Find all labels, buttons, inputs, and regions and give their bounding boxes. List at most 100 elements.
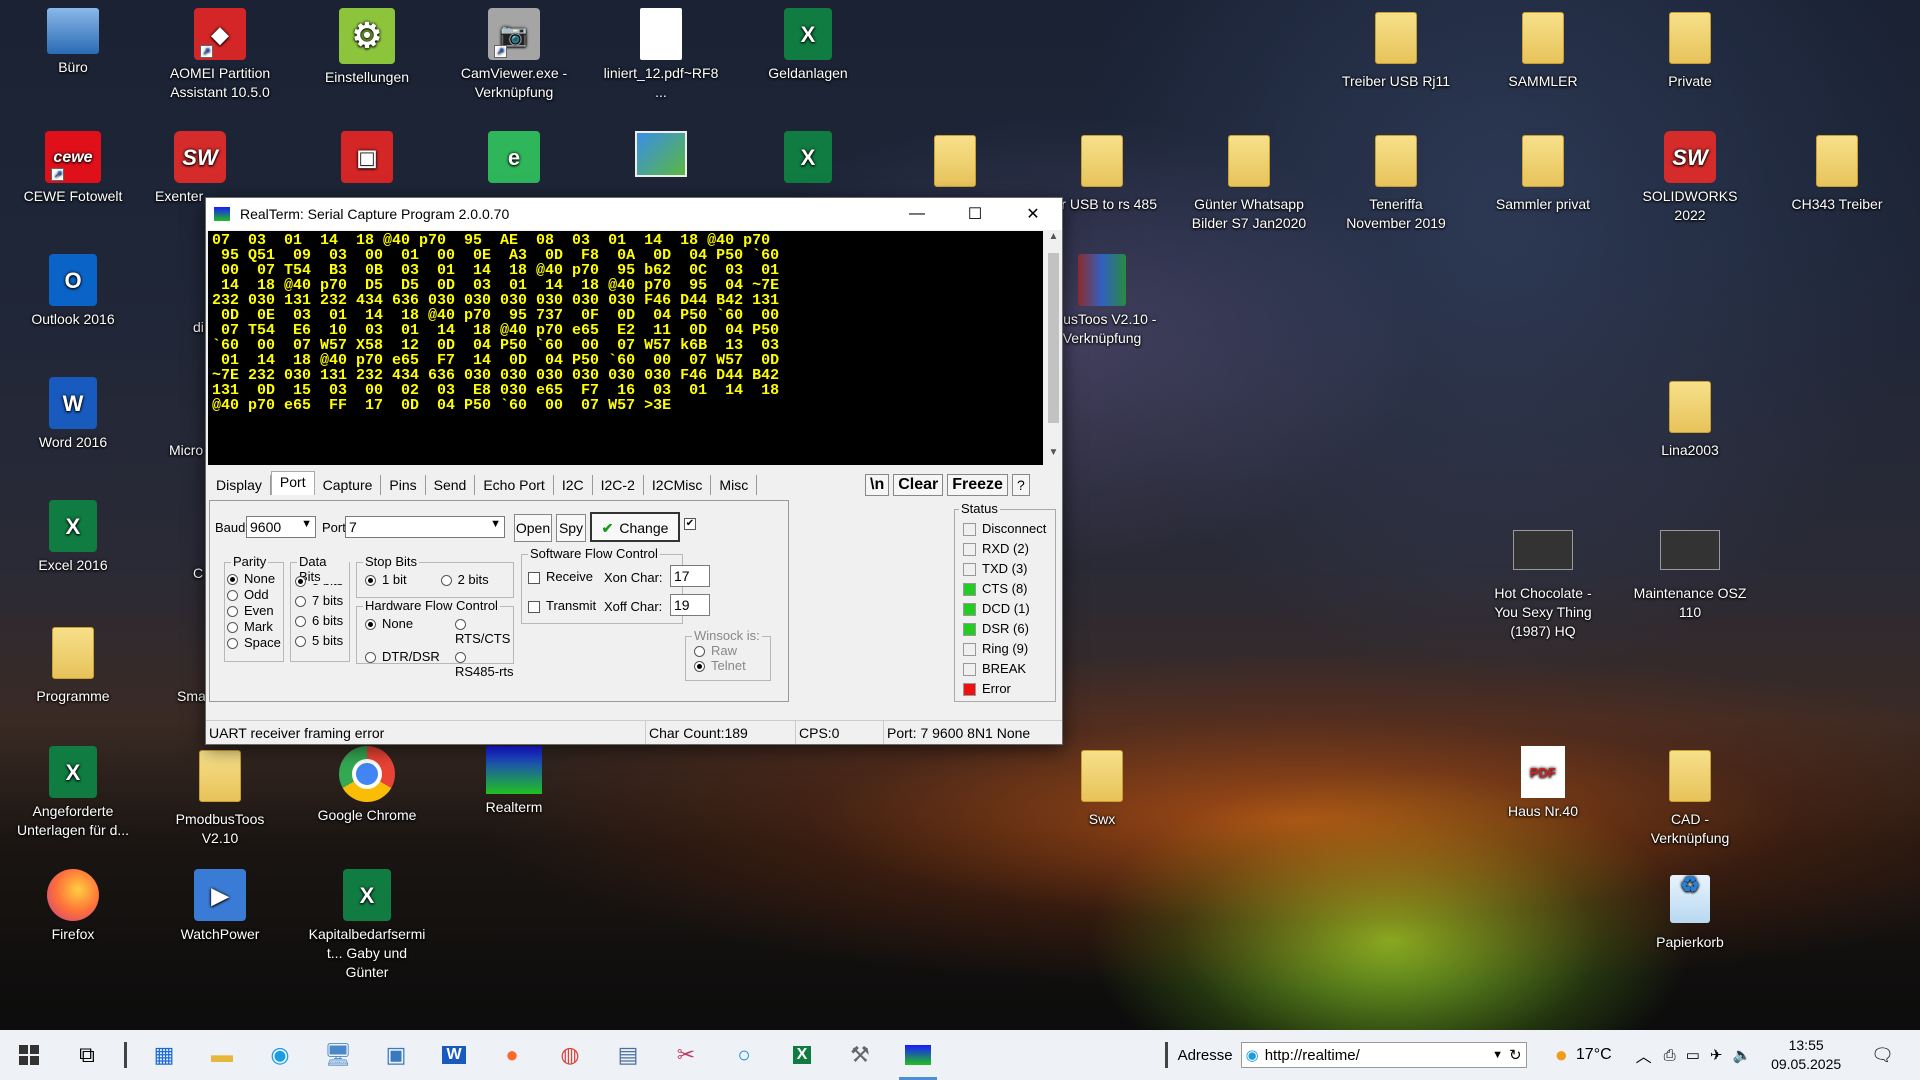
taskbar-app[interactable]: ▣	[367, 1030, 425, 1080]
desktop-icon-excel-2[interactable]: X	[748, 131, 868, 187]
desktop-icon-image[interactable]	[601, 131, 721, 181]
desktop-icon-einstellungen[interactable]: ⚙ Einstellungen	[307, 8, 427, 87]
taskbar-tool[interactable]: ⚒	[831, 1030, 889, 1080]
desktop-icon-cewe[interactable]: cewe ↗ CEWE Fotowelt	[13, 131, 133, 206]
winsock-radio-telnet[interactable]: Telnet	[694, 658, 770, 673]
maximize-button[interactable]: ☐	[946, 198, 1004, 230]
xon-input[interactable]: 17	[670, 565, 710, 587]
scroll-up-icon[interactable]: ▲	[1045, 231, 1062, 249]
desktop-icon-outlook[interactable]: O Outlook 2016	[13, 254, 133, 329]
taskbar-edge[interactable]: ◉	[251, 1030, 309, 1080]
desktop-icon-ch343[interactable]: CH343 Treiber	[1777, 131, 1897, 214]
network-icon[interactable]: ✈	[1710, 1046, 1723, 1064]
taskbar-store[interactable]: ▦	[135, 1030, 193, 1080]
tab-misc[interactable]: Misc	[711, 475, 758, 495]
hwflow-radio-dtr-dsr[interactable]: DTR/DSR	[365, 649, 455, 679]
tab-display[interactable]: Display	[208, 475, 271, 495]
tab-i2c-2[interactable]: I2C-2	[593, 475, 644, 495]
hwflow-radio-rs485-rts[interactable]: RS485-rts	[455, 649, 515, 679]
desktop-icon-hot-chocolate[interactable]: Hot Chocolate - You Sexy Thing (1987) HQ	[1483, 520, 1603, 641]
tab-i2cmisc[interactable]: I2CMisc	[644, 475, 712, 495]
databits-radio-7-bits[interactable]: 7 bits	[295, 591, 349, 611]
desktop-icon-solidworks[interactable]: SW SOLIDWORKS 2022	[1630, 131, 1750, 225]
receive-checkbox[interactable]: Receive	[528, 569, 593, 584]
parity-radio-none[interactable]: None	[227, 571, 283, 587]
parity-radio-even[interactable]: Even	[227, 603, 283, 619]
desktop-icon-firefox[interactable]: Firefox	[13, 869, 133, 944]
desktop-icon-maintenance[interactable]: Maintenance OSZ 110	[1630, 520, 1750, 622]
tab-echo-port[interactable]: Echo Port	[475, 475, 554, 495]
terminal-scrollbar[interactable]: ▲ ▼	[1045, 231, 1062, 465]
port-select[interactable]: 7 ▼	[345, 516, 505, 538]
minimize-button[interactable]: —	[888, 198, 946, 230]
weather-icon[interactable]: ●	[1555, 1042, 1568, 1068]
taskbar-explorer[interactable]: ▬	[193, 1030, 251, 1080]
desktop-icon-treiber-usb[interactable]: Treiber USB Rj11	[1336, 8, 1456, 91]
databits-radio-5-bits[interactable]: 5 bits	[295, 631, 349, 651]
baud-select[interactable]: 9600 ▼	[246, 516, 316, 538]
tab-send[interactable]: Send	[426, 475, 476, 495]
desktop-icon-private[interactable]: Private	[1630, 8, 1750, 91]
desktop-icon-lina2003[interactable]: Lina2003	[1630, 377, 1750, 460]
taskbar-snip[interactable]: ✂	[657, 1030, 715, 1080]
tab-capture[interactable]: Capture	[315, 475, 382, 495]
taskbar-excel[interactable]: X	[773, 1030, 831, 1080]
tab-i2c[interactable]: I2C	[554, 475, 593, 495]
refresh-icon[interactable]: ↻	[1509, 1046, 1522, 1064]
stopbits-radio-2-bits[interactable]: 2 bits	[440, 572, 489, 587]
desktop-icon-excel[interactable]: X Excel 2016	[13, 500, 133, 575]
clear-button[interactable]: Clear	[893, 474, 944, 496]
desktop-icon-angeforderte[interactable]: X Angeforderte Unterlagen für d...	[13, 746, 133, 840]
desktop-icon-sammler[interactable]: SAMMLER	[1483, 8, 1603, 91]
desktop-icon-swx[interactable]: Swx	[1042, 746, 1162, 829]
xoff-input[interactable]: 19	[670, 594, 710, 616]
window-titlebar[interactable]: RealTerm: Serial Capture Program 2.0.0.7…	[206, 198, 1062, 230]
desktop-icon-geldanlagen[interactable]: X Geldanlagen	[748, 8, 868, 83]
taskbar-realterm[interactable]	[889, 1030, 947, 1080]
hwflow-radio-rts-cts[interactable]: RTS/CTS	[455, 616, 515, 646]
change-checkbox[interactable]: ✔	[684, 518, 696, 530]
desktop-icon-camviewer[interactable]: 📷 ↗ CamViewer.exe - Verknüpfung	[454, 8, 574, 102]
winsock-radio-raw[interactable]: Raw	[694, 643, 770, 658]
volume-icon[interactable]: 🔈	[1732, 1046, 1751, 1064]
chevron-up-icon[interactable]: ︿	[1636, 1043, 1652, 1067]
desktop-icon-realterm[interactable]: Realterm	[454, 746, 574, 817]
desktop-icon-sammler-privat[interactable]: Sammler privat	[1483, 131, 1603, 214]
taskbar-cortana[interactable]: ○	[715, 1030, 773, 1080]
taskbar-calculator[interactable]: ▤	[599, 1030, 657, 1080]
desktop-icon-photo[interactable]: ▣	[307, 131, 427, 187]
address-input[interactable]: ◉ http://realtime/ ▼ ↻	[1240, 1042, 1527, 1068]
desktop-icon-cad[interactable]: CAD - Verknüpfung	[1630, 746, 1750, 848]
desktop-icon-guenter-whatsapp[interactable]: Günter Whatsapp Bilder S7 Jan2020	[1189, 131, 1309, 233]
desktop-icon-papierkorb[interactable]: ♻ Papierkorb	[1630, 869, 1750, 952]
desktop-icon-word[interactable]: W Word 2016	[13, 377, 133, 452]
temperature[interactable]: 17°C	[1576, 1046, 1612, 1064]
desktop-icon-exenter[interactable]: SW Exenter	[140, 131, 260, 206]
help-button[interactable]: ?	[1011, 474, 1030, 496]
desktop-icon-e2022[interactable]: e	[454, 131, 574, 187]
spy-button[interactable]: Spy	[556, 514, 586, 542]
desktop-icon-aomei[interactable]: ◆ ↗ AOMEI Partition Assistant 10.5.0	[160, 8, 280, 102]
stopbits-radio-1-bit[interactable]: 1 bit	[365, 572, 407, 587]
notification-icon[interactable]: 🗨	[1871, 1045, 1894, 1066]
newline-button[interactable]: \n	[865, 474, 890, 496]
desktop-icon-programme[interactable]: Programme	[13, 623, 133, 706]
desktop-icon-folder-pdf[interactable]	[895, 131, 1015, 195]
parity-radio-mark[interactable]: Mark	[227, 619, 283, 635]
taskbar-computer[interactable]: 🖥	[309, 1030, 367, 1080]
taskbar-word[interactable]: W	[425, 1030, 483, 1080]
scroll-down-icon[interactable]: ▼	[1045, 447, 1062, 465]
close-button[interactable]: ✕	[1004, 198, 1062, 230]
taskbar-chrome[interactable]: ◍	[541, 1030, 599, 1080]
desktop-icon-kapitalbedarf[interactable]: X Kapitalbedarfsermit... Gaby und Günter	[307, 869, 427, 982]
change-button[interactable]: ✔ Change	[590, 512, 680, 542]
taskbar-firefox[interactable]: ●	[483, 1030, 541, 1080]
scrollbar-thumb[interactable]	[1048, 253, 1059, 423]
chevron-down-icon[interactable]: ▼	[1492, 1049, 1503, 1061]
freeze-button[interactable]: Freeze	[947, 474, 1008, 496]
desktop-icon-buero[interactable]: Büro	[13, 8, 133, 77]
desktop-icon-watchpower[interactable]: ▶ WatchPower	[160, 869, 280, 944]
tab-pins[interactable]: Pins	[381, 475, 426, 495]
open-button[interactable]: Open	[514, 514, 552, 542]
terminal-output[interactable]: 07 03 01 14 18 @40 p70 95 AE 08 03 01 14…	[208, 231, 1043, 465]
